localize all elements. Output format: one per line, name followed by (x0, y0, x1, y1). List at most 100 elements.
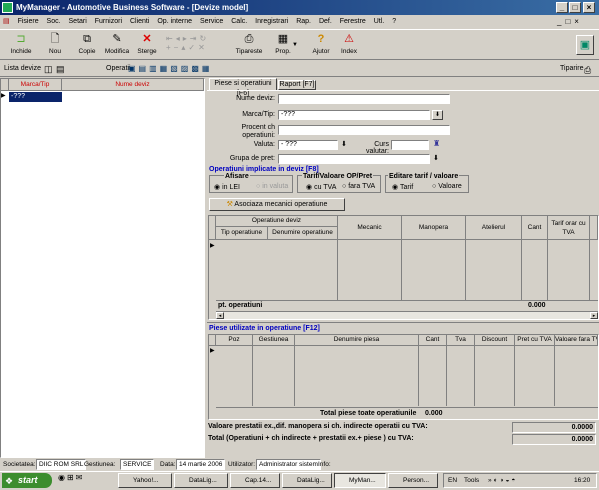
op-col-denumire[interactable]: Denumire operatiune (268, 227, 338, 240)
task-yahoo[interactable]: Yahoo!... (118, 473, 172, 488)
task-person[interactable]: Person... (388, 473, 438, 488)
menu-utl[interactable]: Utl. (371, 15, 388, 28)
minimize-button[interactable]: _ (556, 2, 568, 13)
tools-label[interactable]: Tools (464, 474, 479, 487)
menu-fisiere[interactable]: Fisiere (15, 15, 42, 28)
task-mymanager[interactable]: MyMan... (334, 473, 386, 488)
col-marca-tip[interactable]: Marca/Tip (9, 79, 62, 91)
modifica-button[interactable]: ✎ Modifica (102, 32, 132, 60)
copie-button[interactable]: ⧉ Copie (72, 32, 102, 60)
marca-dropdown-icon[interactable]: ⬇ (432, 110, 443, 120)
op-col-tip[interactable]: Tip operatiune (216, 227, 268, 240)
app-logo-icon[interactable]: ▣ (576, 35, 594, 55)
close-button[interactable]: × (583, 2, 595, 13)
task-cap14[interactable]: Cap.14... (230, 473, 280, 488)
quicklaunch-icons[interactable]: ◉⊞✉ (58, 473, 84, 482)
grupa-dropdown-icon[interactable]: ⬇ (433, 154, 439, 162)
lang-indicator[interactable]: EN (448, 474, 457, 487)
col-nume-deviz[interactable]: Nume deviz (62, 79, 204, 91)
piese-current-row-icon: ▶ (210, 348, 215, 354)
op-header-operatiune: Operatiune deviz (216, 216, 338, 227)
maximize-button[interactable]: □ (569, 2, 581, 13)
current-row-arrow-icon: ▶ (1, 93, 6, 99)
piese-col-pret[interactable]: Pret cu TVA (515, 335, 555, 346)
copie-label: Copie (78, 48, 96, 55)
curs-valutar-field[interactable] (391, 140, 429, 150)
tarif-radio[interactable]: ◉ Tarif (392, 183, 413, 191)
sterge-button[interactable]: ✕ Sterge (132, 32, 162, 60)
menu-rap[interactable]: Rap. (293, 15, 314, 28)
split-view-icon[interactable]: ◫ (44, 61, 53, 77)
valoare-radio[interactable]: ○ Valoare (432, 183, 462, 190)
menu-clienti[interactable]: Clienti (127, 15, 152, 28)
valuta-dropdown-icon[interactable]: ⬇ (341, 140, 347, 148)
piese-col-discount[interactable]: Discount (475, 335, 515, 346)
tiparire-icon[interactable]: ⎙ (584, 62, 591, 78)
valoare-prestatii-label: Valoare prestatii ex.,dif. manopera si c… (208, 423, 428, 430)
op-col-cant[interactable]: Cant (522, 216, 548, 240)
marca-tip-field[interactable]: -??? (278, 110, 430, 120)
cu-tva-radio[interactable]: ◉ cu TVA (306, 183, 336, 191)
nume-deviz-field[interactable] (278, 94, 450, 104)
mdi-controls[interactable]: _□× (557, 17, 583, 26)
piese-grid-body[interactable] (216, 346, 598, 406)
menu-service[interactable]: Service (197, 15, 226, 28)
menu-doc-icon[interactable]: ▤ (0, 15, 13, 28)
op-hscrollbar[interactable]: ◂ ▸ (216, 311, 598, 319)
menu-calc[interactable]: Calc. (228, 15, 250, 28)
asociaza-mecanici-button[interactable]: ⚒ Asociaza mecanici operatiune (209, 198, 345, 211)
app-icon[interactable] (2, 2, 13, 13)
operatii-icons[interactable]: ▣▤▥▦▧▨▩▦ (128, 61, 212, 77)
tray-icons[interactable]: »◐◑◒◓ (488, 474, 517, 487)
grupa-pret-field[interactable] (278, 154, 430, 164)
tipareste-button[interactable]: ⎙ Tipareste (232, 32, 266, 60)
currency-rate-icon[interactable]: ♜ (433, 139, 440, 148)
piese-col-gestiunea[interactable]: Gestiunea (253, 335, 295, 346)
list-row-marca[interactable]: -??? (9, 92, 62, 102)
procent-field[interactable] (278, 125, 450, 135)
list-view-icon[interactable]: ▤ (56, 61, 65, 77)
menu-help[interactable]: ? (389, 15, 399, 28)
op-grid-body[interactable] (216, 240, 598, 300)
fara-tva-label: fara TVA (348, 183, 376, 190)
task-datalig-1[interactable]: DataLig... (174, 473, 228, 488)
menu-furnizori[interactable]: Furnizori (92, 15, 125, 28)
system-tray: EN Tools »◐◑◒◓ 16:20 (443, 473, 597, 488)
piese-col-denumire[interactable]: Denumire piesa (295, 335, 419, 346)
scroll-left-icon[interactable]: ◂ (216, 312, 224, 319)
fara-tva-radio[interactable]: ○ fara TVA (342, 183, 375, 190)
piese-col-cant[interactable]: Cant (419, 335, 447, 346)
menu-inregistrari[interactable]: Inregistrari (252, 15, 291, 28)
scroll-right-icon[interactable]: ▸ (590, 312, 598, 319)
op-col-manopera[interactable]: Manopera (402, 216, 466, 240)
start-label: start (18, 475, 38, 485)
copy-icon: ⧉ (83, 33, 91, 45)
in-lei-label: in LEI (222, 184, 240, 191)
prop-label: Prop. (275, 48, 291, 55)
op-col-mecanic[interactable]: Mecanic (338, 216, 402, 240)
menu-setari[interactable]: Setari (66, 15, 90, 28)
piese-col-valoare[interactable]: Valoare fara TVA (555, 335, 598, 346)
inchide-button[interactable]: ⊐ Inchide (6, 32, 36, 60)
tab-raport[interactable]: Raport [F7] (278, 80, 316, 90)
piese-col-poz[interactable]: Poz (216, 335, 253, 346)
menu-ferestre[interactable]: Ferestre (337, 15, 369, 28)
valuta-field[interactable]: - ??? (278, 140, 338, 150)
gest-value: SERVICE (120, 459, 155, 470)
task-datalig-2[interactable]: DataLig... (282, 473, 332, 488)
total-general-label: Total (Operatiuni + ch indirecte + prest… (208, 435, 414, 442)
tab-piese-operatiuni[interactable]: Piese si operatiuni [F6] (209, 78, 277, 97)
in-lei-radio[interactable]: ◉ in LEI (214, 183, 240, 191)
ajutor-button[interactable]: ? Ajutor (306, 32, 336, 60)
op-col-atelierul[interactable]: Atelierul (466, 216, 522, 240)
operatiuni-grid: Operatiune deviz Tip operatiune Denumire… (208, 215, 599, 320)
in-valuta-radio[interactable]: ○ in valuta (256, 183, 288, 190)
piese-col-tva[interactable]: Tva (447, 335, 475, 346)
menu-soc[interactable]: Soc. (44, 15, 64, 28)
nou-button[interactable]: 🗋 Nou (40, 32, 70, 60)
menu-def[interactable]: Def. (316, 15, 335, 28)
menu-op-interne[interactable]: Op. interne (154, 15, 195, 28)
index-button[interactable]: ⚠ Index (334, 32, 364, 60)
prop-dropdown-icon[interactable]: ▼ (292, 42, 298, 48)
op-col-tarif[interactable]: Tarif orar cu TVA (548, 216, 590, 240)
